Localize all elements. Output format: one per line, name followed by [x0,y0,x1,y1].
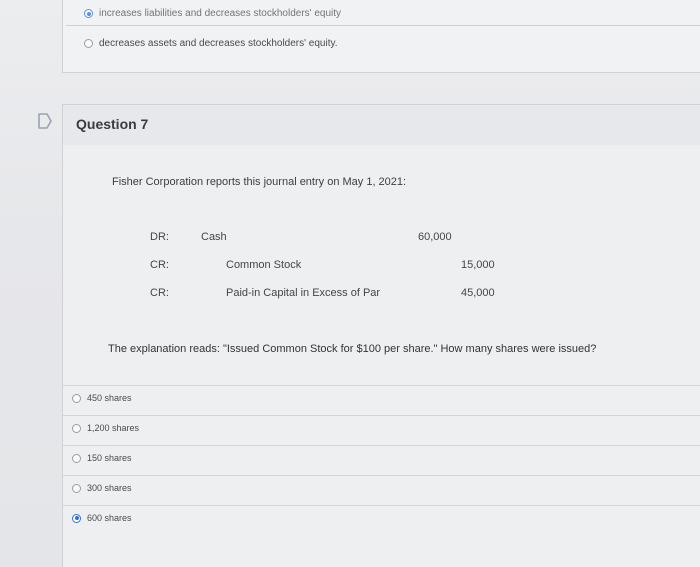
previous-option-other-label: decreases assets and decreases stockhold… [99,38,338,49]
answer-option-600[interactable]: 600 shares [72,513,132,523]
answer-option-450[interactable]: 450 shares [72,393,132,403]
answer-option-1200[interactable]: 1,200 shares [72,423,139,433]
journal-entry-account: Cash [201,231,227,243]
answer-divider [62,475,700,476]
radio-selected-icon[interactable] [84,9,93,18]
question-title: Question 7 [76,116,149,132]
radio-empty-icon[interactable] [72,393,81,403]
journal-entry-type: CR: [150,259,169,271]
answer-divider [62,385,700,386]
answer-option-150[interactable]: 150 shares [72,453,132,463]
answer-label: 150 shares [87,453,132,463]
journal-entry-account: Paid-in Capital in Excess of Par [226,287,381,299]
radio-empty-icon[interactable] [72,483,81,493]
previous-option-selected-label: increases liabilities and decreases stoc… [99,8,342,19]
question-explanation: The explanation reads: "Issued Common St… [108,343,597,355]
journal-entry-account: Common Stock [226,259,302,271]
question-body [62,145,700,567]
answer-divider [62,445,700,446]
journal-entry-credit: 45,000 [461,287,495,299]
previous-option-selected[interactable]: increases liabilities and decreases stoc… [84,8,341,19]
radio-selected-icon[interactable] [72,513,81,523]
question-header [62,104,700,146]
answer-divider [62,505,700,506]
answer-option-300[interactable]: 300 shares [72,483,132,493]
journal-entry-type: CR: [150,287,169,299]
answer-label: 300 shares [87,483,132,493]
radio-empty-icon[interactable] [84,39,93,48]
answer-divider [62,415,700,416]
journal-entry-debit: 60,000 [418,231,452,243]
radio-empty-icon[interactable] [72,423,81,433]
journal-entry-type: DR: [150,231,169,243]
previous-question-divider [66,25,700,26]
previous-option-other[interactable]: decreases assets and decreases stockhold… [84,38,338,49]
question-stem: Fisher Corporation reports this journal … [112,176,407,188]
answer-label: 1,200 shares [87,423,140,433]
radio-empty-icon[interactable] [72,453,81,463]
answer-label: 600 shares [87,513,132,523]
answer-label: 450 shares [87,393,132,403]
flag-icon[interactable] [36,112,54,130]
journal-entry-credit: 15,000 [461,259,495,271]
